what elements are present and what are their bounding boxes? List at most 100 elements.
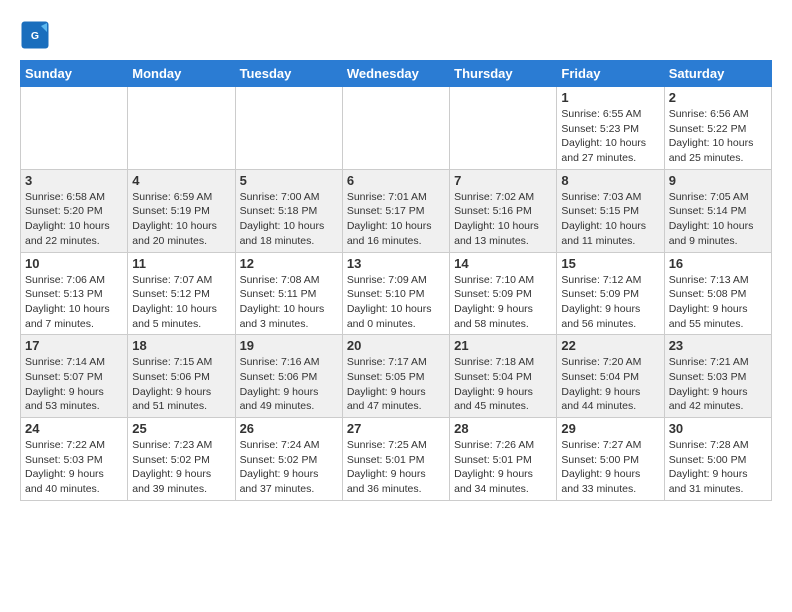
day-number: 1 bbox=[561, 90, 659, 105]
day-number: 6 bbox=[347, 173, 445, 188]
day-number: 13 bbox=[347, 256, 445, 271]
day-info: Sunrise: 6:59 AM Sunset: 5:19 PM Dayligh… bbox=[132, 190, 230, 249]
calendar-week-3: 10Sunrise: 7:06 AM Sunset: 5:13 PM Dayli… bbox=[21, 252, 772, 335]
day-number: 15 bbox=[561, 256, 659, 271]
day-info: Sunrise: 7:27 AM Sunset: 5:00 PM Dayligh… bbox=[561, 438, 659, 497]
calendar-cell: 3 Sunrise: 6:58 AM Sunset: 5:20 PM Daylig… bbox=[21, 169, 128, 252]
calendar-cell: 25 Sunrise: 7:23 AM Sunset: 5:02 PM Dayli… bbox=[128, 418, 235, 501]
calendar-week-2: 3 Sunrise: 6:58 AM Sunset: 5:20 PM Daylig… bbox=[21, 169, 772, 252]
calendar-cell bbox=[235, 87, 342, 170]
day-info: Sunrise: 7:10 AM Sunset: 5:09 PM Dayligh… bbox=[454, 273, 552, 332]
calendar-cell: 7 Sunrise: 7:02 AM Sunset: 5:16 PM Daylig… bbox=[450, 169, 557, 252]
calendar-cell: 27Sunrise: 7:25 AM Sunset: 5:01 PM Dayli… bbox=[342, 418, 449, 501]
calendar-cell: 5 Sunrise: 7:00 AM Sunset: 5:18 PM Daylig… bbox=[235, 169, 342, 252]
day-info: Sunrise: 7:07 AM Sunset: 5:12 PM Dayligh… bbox=[132, 273, 230, 332]
weekday-header-thursday: Thursday bbox=[450, 61, 557, 87]
day-info: Sunrise: 7:14 AM Sunset: 5:07 PM Dayligh… bbox=[25, 355, 123, 414]
calendar-cell: 10Sunrise: 7:06 AM Sunset: 5:13 PM Dayli… bbox=[21, 252, 128, 335]
day-info: Sunrise: 7:26 AM Sunset: 5:01 PM Dayligh… bbox=[454, 438, 552, 497]
calendar-cell bbox=[342, 87, 449, 170]
calendar-cell: 19 Sunrise: 7:16 AM Sunset: 5:06 PM Dayli… bbox=[235, 335, 342, 418]
day-number: 11 bbox=[132, 256, 230, 271]
day-info: Sunrise: 7:03 AM Sunset: 5:15 PM Dayligh… bbox=[561, 190, 659, 249]
day-number: 25 bbox=[132, 421, 230, 436]
day-info: Sunrise: 7:25 AM Sunset: 5:01 PM Dayligh… bbox=[347, 438, 445, 497]
day-number: 10 bbox=[25, 256, 123, 271]
day-info: Sunrise: 7:20 AM Sunset: 5:04 PM Dayligh… bbox=[561, 355, 659, 414]
day-number: 24 bbox=[25, 421, 123, 436]
calendar-cell: 17 Sunrise: 7:14 AM Sunset: 5:07 PM Dayli… bbox=[21, 335, 128, 418]
calendar-cell: 15 Sunrise: 7:12 AM Sunset: 5:09 PM Dayli… bbox=[557, 252, 664, 335]
day-number: 3 bbox=[25, 173, 123, 188]
day-info: Sunrise: 7:24 AM Sunset: 5:02 PM Dayligh… bbox=[240, 438, 338, 497]
day-number: 17 bbox=[25, 338, 123, 353]
day-number: 19 bbox=[240, 338, 338, 353]
calendar-cell bbox=[21, 87, 128, 170]
calendar-cell: 1 Sunrise: 6:55 AM Sunset: 5:23 PM Daylig… bbox=[557, 87, 664, 170]
calendar-cell: 29 Sunrise: 7:27 AM Sunset: 5:00 PM Dayli… bbox=[557, 418, 664, 501]
calendar-cell: 30 Sunrise: 7:28 AM Sunset: 5:00 PM Dayli… bbox=[664, 418, 771, 501]
svg-text:G: G bbox=[31, 30, 39, 42]
day-info: Sunrise: 7:08 AM Sunset: 5:11 PM Dayligh… bbox=[240, 273, 338, 332]
day-info: Sunrise: 7:13 AM Sunset: 5:08 PM Dayligh… bbox=[669, 273, 767, 332]
calendar-cell: 26 Sunrise: 7:24 AM Sunset: 5:02 PM Dayli… bbox=[235, 418, 342, 501]
day-number: 23 bbox=[669, 338, 767, 353]
day-number: 2 bbox=[669, 90, 767, 105]
calendar-table: SundayMondayTuesdayWednesdayThursdayFrid… bbox=[20, 60, 772, 501]
day-number: 14 bbox=[454, 256, 552, 271]
logo: G bbox=[20, 20, 54, 50]
calendar-cell: 23 Sunrise: 7:21 AM Sunset: 5:03 PM Dayli… bbox=[664, 335, 771, 418]
day-number: 5 bbox=[240, 173, 338, 188]
calendar-cell bbox=[450, 87, 557, 170]
calendar-cell: 11 Sunrise: 7:07 AM Sunset: 5:12 PM Dayli… bbox=[128, 252, 235, 335]
calendar-cell: 21 Sunrise: 7:18 AM Sunset: 5:04 PM Dayli… bbox=[450, 335, 557, 418]
day-info: Sunrise: 7:02 AM Sunset: 5:16 PM Dayligh… bbox=[454, 190, 552, 249]
day-info: Sunrise: 7:21 AM Sunset: 5:03 PM Dayligh… bbox=[669, 355, 767, 414]
day-info: Sunrise: 6:55 AM Sunset: 5:23 PM Dayligh… bbox=[561, 107, 659, 166]
day-number: 29 bbox=[561, 421, 659, 436]
day-info: Sunrise: 7:16 AM Sunset: 5:06 PM Dayligh… bbox=[240, 355, 338, 414]
day-number: 7 bbox=[454, 173, 552, 188]
day-number: 30 bbox=[669, 421, 767, 436]
day-info: Sunrise: 7:28 AM Sunset: 5:00 PM Dayligh… bbox=[669, 438, 767, 497]
calendar-cell: 28Sunrise: 7:26 AM Sunset: 5:01 PM Dayli… bbox=[450, 418, 557, 501]
calendar-cell: 14 Sunrise: 7:10 AM Sunset: 5:09 PM Dayli… bbox=[450, 252, 557, 335]
weekday-header-saturday: Saturday bbox=[664, 61, 771, 87]
weekday-header-tuesday: Tuesday bbox=[235, 61, 342, 87]
calendar-cell: 4 Sunrise: 6:59 AM Sunset: 5:19 PM Daylig… bbox=[128, 169, 235, 252]
weekday-header-wednesday: Wednesday bbox=[342, 61, 449, 87]
calendar-header-row: SundayMondayTuesdayWednesdayThursdayFrid… bbox=[21, 61, 772, 87]
calendar-cell: 20Sunrise: 7:17 AM Sunset: 5:05 PM Dayli… bbox=[342, 335, 449, 418]
weekday-header-monday: Monday bbox=[128, 61, 235, 87]
day-number: 12 bbox=[240, 256, 338, 271]
calendar-cell: 16Sunrise: 7:13 AM Sunset: 5:08 PM Dayli… bbox=[664, 252, 771, 335]
day-number: 26 bbox=[240, 421, 338, 436]
calendar-cell: 24 Sunrise: 7:22 AM Sunset: 5:03 PM Dayli… bbox=[21, 418, 128, 501]
calendar-week-1: 1 Sunrise: 6:55 AM Sunset: 5:23 PM Daylig… bbox=[21, 87, 772, 170]
day-number: 9 bbox=[669, 173, 767, 188]
day-number: 4 bbox=[132, 173, 230, 188]
day-info: Sunrise: 7:05 AM Sunset: 5:14 PM Dayligh… bbox=[669, 190, 767, 249]
day-info: Sunrise: 7:23 AM Sunset: 5:02 PM Dayligh… bbox=[132, 438, 230, 497]
day-info: Sunrise: 7:09 AM Sunset: 5:10 PM Dayligh… bbox=[347, 273, 445, 332]
calendar-cell: 8 Sunrise: 7:03 AM Sunset: 5:15 PM Daylig… bbox=[557, 169, 664, 252]
weekday-header-sunday: Sunday bbox=[21, 61, 128, 87]
page-header: G bbox=[20, 20, 772, 50]
day-info: Sunrise: 6:58 AM Sunset: 5:20 PM Dayligh… bbox=[25, 190, 123, 249]
day-number: 21 bbox=[454, 338, 552, 353]
day-info: Sunrise: 7:00 AM Sunset: 5:18 PM Dayligh… bbox=[240, 190, 338, 249]
calendar-cell: 18Sunrise: 7:15 AM Sunset: 5:06 PM Dayli… bbox=[128, 335, 235, 418]
calendar-cell: 12 Sunrise: 7:08 AM Sunset: 5:11 PM Dayli… bbox=[235, 252, 342, 335]
day-info: Sunrise: 7:22 AM Sunset: 5:03 PM Dayligh… bbox=[25, 438, 123, 497]
calendar-cell: 22 Sunrise: 7:20 AM Sunset: 5:04 PM Dayli… bbox=[557, 335, 664, 418]
weekday-header-friday: Friday bbox=[557, 61, 664, 87]
day-info: Sunrise: 7:17 AM Sunset: 5:05 PM Dayligh… bbox=[347, 355, 445, 414]
day-number: 18 bbox=[132, 338, 230, 353]
day-info: Sunrise: 7:01 AM Sunset: 5:17 PM Dayligh… bbox=[347, 190, 445, 249]
day-number: 8 bbox=[561, 173, 659, 188]
day-info: Sunrise: 7:12 AM Sunset: 5:09 PM Dayligh… bbox=[561, 273, 659, 332]
calendar-cell: 2Sunrise: 6:56 AM Sunset: 5:22 PM Daylig… bbox=[664, 87, 771, 170]
day-number: 22 bbox=[561, 338, 659, 353]
calendar-week-4: 17 Sunrise: 7:14 AM Sunset: 5:07 PM Dayli… bbox=[21, 335, 772, 418]
day-info: Sunrise: 7:18 AM Sunset: 5:04 PM Dayligh… bbox=[454, 355, 552, 414]
